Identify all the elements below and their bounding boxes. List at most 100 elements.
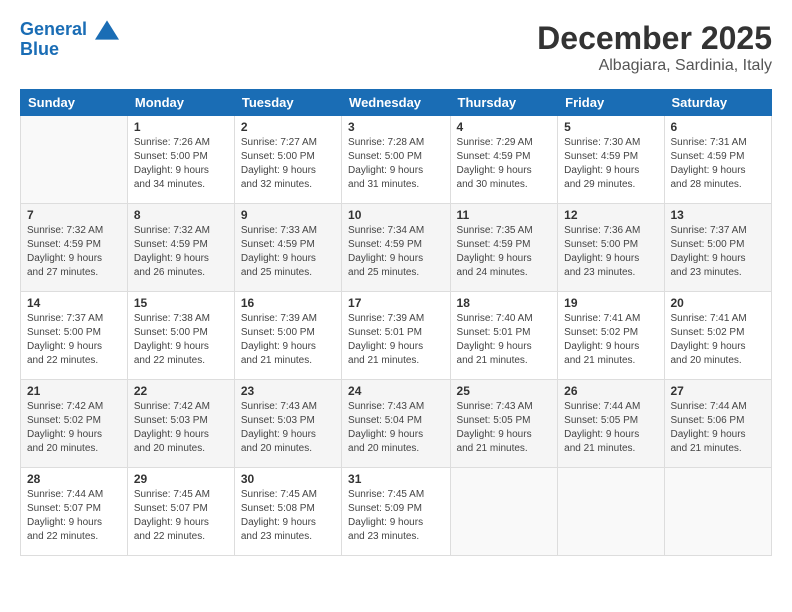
calendar-table: SundayMondayTuesdayWednesdayThursdayFrid… — [20, 89, 772, 556]
page: General Blue December 2025 Albagiara, Sa… — [0, 0, 792, 612]
day-number: 1 — [134, 120, 228, 134]
weekday-header-tuesday: Tuesday — [234, 90, 341, 116]
day-number: 19 — [564, 296, 657, 310]
day-cell: 30Sunrise: 7:45 AMSunset: 5:08 PMDayligh… — [234, 468, 341, 556]
day-info: Sunrise: 7:41 AMSunset: 5:02 PMDaylight:… — [564, 312, 657, 368]
day-cell: 11 Sunrise: 7:35 AMSunset: 4:59 PMDayligh… — [450, 204, 558, 292]
day-info: Sunrise: 7:38 AMSunset: 5:00 PMDaylight:… — [134, 312, 228, 368]
day-info: Sunrise: 7:37 AMSunset: 5:00 PMDaylight:… — [671, 224, 766, 280]
week-row-2: 7 Sunrise: 7:32 AMSunset: 4:59 PMDaylight… — [21, 204, 772, 292]
logo-line2: Blue — [20, 40, 119, 60]
day-number: 8 — [134, 208, 228, 222]
day-number: 3 — [348, 120, 444, 134]
day-info: Sunrise: 7:31 AMSunset: 4:59 PMDaylight:… — [671, 136, 766, 192]
day-cell: 31Sunrise: 7:45 AMSunset: 5:09 PMDayligh… — [342, 468, 451, 556]
day-cell: 4 Sunrise: 7:29 AMSunset: 4:59 PMDaylight… — [450, 116, 558, 204]
weekday-header-monday: Monday — [127, 90, 234, 116]
day-number: 2 — [241, 120, 335, 134]
day-info: Sunrise: 7:45 AMSunset: 5:09 PMDaylight:… — [348, 488, 444, 544]
month-title: December 2025 — [537, 20, 772, 57]
day-number: 20 — [671, 296, 766, 310]
day-number: 7 — [27, 208, 121, 222]
day-cell — [558, 468, 664, 556]
day-number: 23 — [241, 384, 335, 398]
day-number: 28 — [27, 472, 121, 486]
day-info: Sunrise: 7:42 AMSunset: 5:02 PMDaylight:… — [27, 400, 121, 456]
day-cell: 18 Sunrise: 7:40 AMSunset: 5:01 PMDayligh… — [450, 292, 558, 380]
day-number: 14 — [27, 296, 121, 310]
day-info: Sunrise: 7:27 AMSunset: 5:00 PMDaylight:… — [241, 136, 335, 192]
day-info: Sunrise: 7:39 AMSunset: 5:01 PMDaylight:… — [348, 312, 444, 368]
day-cell: 16 Sunrise: 7:39 AMSunset: 5:00 PMDayligh… — [234, 292, 341, 380]
day-number: 10 — [348, 208, 444, 222]
logo-icon — [95, 20, 119, 40]
logo-text: General — [20, 20, 119, 40]
title-block: December 2025 Albagiara, Sardinia, Italy — [537, 20, 772, 75]
day-info: Sunrise: 7:43 AMSunset: 5:05 PMDaylight:… — [457, 400, 552, 456]
day-number: 17 — [348, 296, 444, 310]
day-number: 15 — [134, 296, 228, 310]
day-info: Sunrise: 7:45 AMSunset: 5:08 PMDaylight:… — [241, 488, 335, 544]
header: General Blue December 2025 Albagiara, Sa… — [20, 20, 772, 75]
day-info: Sunrise: 7:39 AMSunset: 5:00 PMDaylight:… — [241, 312, 335, 368]
day-info: Sunrise: 7:35 AMSunset: 4:59 PMDaylight:… — [457, 224, 552, 280]
day-info: Sunrise: 7:43 AMSunset: 5:04 PMDaylight:… — [348, 400, 444, 456]
day-cell: 20 Sunrise: 7:41 AMSunset: 5:02 PMDayligh… — [664, 292, 772, 380]
day-cell — [664, 468, 772, 556]
day-number: 25 — [457, 384, 552, 398]
day-cell: 22 Sunrise: 7:42 AMSunset: 5:03 PMDayligh… — [127, 380, 234, 468]
day-info: Sunrise: 7:34 AMSunset: 4:59 PMDaylight:… — [348, 224, 444, 280]
day-number: 27 — [671, 384, 766, 398]
day-info: Sunrise: 7:42 AMSunset: 5:03 PMDaylight:… — [134, 400, 228, 456]
day-number: 21 — [27, 384, 121, 398]
weekday-header-sunday: Sunday — [21, 90, 128, 116]
weekday-header-thursday: Thursday — [450, 90, 558, 116]
day-cell — [450, 468, 558, 556]
logo: General Blue — [20, 20, 119, 60]
weekday-header-wednesday: Wednesday — [342, 90, 451, 116]
day-info: Sunrise: 7:32 AMSunset: 4:59 PMDaylight:… — [134, 224, 228, 280]
day-cell: 1 Sunrise: 7:26 AMSunset: 5:00 PMDaylight… — [127, 116, 234, 204]
day-cell: 19 Sunrise: 7:41 AMSunset: 5:02 PMDayligh… — [558, 292, 664, 380]
day-cell: 10 Sunrise: 7:34 AMSunset: 4:59 PMDayligh… — [342, 204, 451, 292]
day-cell: 6Sunrise: 7:31 AMSunset: 4:59 PMDaylight… — [664, 116, 772, 204]
day-cell: 13 Sunrise: 7:37 AMSunset: 5:00 PMDayligh… — [664, 204, 772, 292]
day-cell: 9Sunrise: 7:33 AMSunset: 4:59 PMDaylight… — [234, 204, 341, 292]
day-number: 16 — [241, 296, 335, 310]
day-cell: 29 Sunrise: 7:45 AMSunset: 5:07 PMDayligh… — [127, 468, 234, 556]
day-cell: 25 Sunrise: 7:43 AMSunset: 5:05 PMDayligh… — [450, 380, 558, 468]
day-info: Sunrise: 7:40 AMSunset: 5:01 PMDaylight:… — [457, 312, 552, 368]
day-number: 4 — [457, 120, 552, 134]
location-title: Albagiara, Sardinia, Italy — [537, 57, 772, 75]
day-cell: 28Sunrise: 7:44 AMSunset: 5:07 PMDayligh… — [21, 468, 128, 556]
day-cell: 17 Sunrise: 7:39 AMSunset: 5:01 PMDayligh… — [342, 292, 451, 380]
week-row-1: 1 Sunrise: 7:26 AMSunset: 5:00 PMDaylight… — [21, 116, 772, 204]
day-cell: 2 Sunrise: 7:27 AMSunset: 5:00 PMDaylight… — [234, 116, 341, 204]
day-cell: 26Sunrise: 7:44 AMSunset: 5:05 PMDayligh… — [558, 380, 664, 468]
day-number: 24 — [348, 384, 444, 398]
day-number: 13 — [671, 208, 766, 222]
day-cell: 15 Sunrise: 7:38 AMSunset: 5:00 PMDayligh… — [127, 292, 234, 380]
week-row-4: 21 Sunrise: 7:42 AMSunset: 5:02 PMDayligh… — [21, 380, 772, 468]
day-number: 12 — [564, 208, 657, 222]
day-number: 11 — [457, 208, 552, 222]
weekday-header-friday: Friday — [558, 90, 664, 116]
day-cell: 27Sunrise: 7:44 AMSunset: 5:06 PMDayligh… — [664, 380, 772, 468]
day-info: Sunrise: 7:30 AMSunset: 4:59 PMDaylight:… — [564, 136, 657, 192]
day-cell: 23Sunrise: 7:43 AMSunset: 5:03 PMDayligh… — [234, 380, 341, 468]
week-row-3: 14 Sunrise: 7:37 AMSunset: 5:00 PMDayligh… — [21, 292, 772, 380]
day-number: 5 — [564, 120, 657, 134]
weekday-header-row: SundayMondayTuesdayWednesdayThursdayFrid… — [21, 90, 772, 116]
day-info: Sunrise: 7:45 AMSunset: 5:07 PMDaylight:… — [134, 488, 228, 544]
day-info: Sunrise: 7:28 AMSunset: 5:00 PMDaylight:… — [348, 136, 444, 192]
day-info: Sunrise: 7:37 AMSunset: 5:00 PMDaylight:… — [27, 312, 121, 368]
day-number: 18 — [457, 296, 552, 310]
day-number: 22 — [134, 384, 228, 398]
day-info: Sunrise: 7:41 AMSunset: 5:02 PMDaylight:… — [671, 312, 766, 368]
day-cell: 21 Sunrise: 7:42 AMSunset: 5:02 PMDayligh… — [21, 380, 128, 468]
day-info: Sunrise: 7:29 AMSunset: 4:59 PMDaylight:… — [457, 136, 552, 192]
day-number: 29 — [134, 472, 228, 486]
day-cell: 8 Sunrise: 7:32 AMSunset: 4:59 PMDaylight… — [127, 204, 234, 292]
day-info: Sunrise: 7:44 AMSunset: 5:05 PMDaylight:… — [564, 400, 657, 456]
day-info: Sunrise: 7:26 AMSunset: 5:00 PMDaylight:… — [134, 136, 228, 192]
